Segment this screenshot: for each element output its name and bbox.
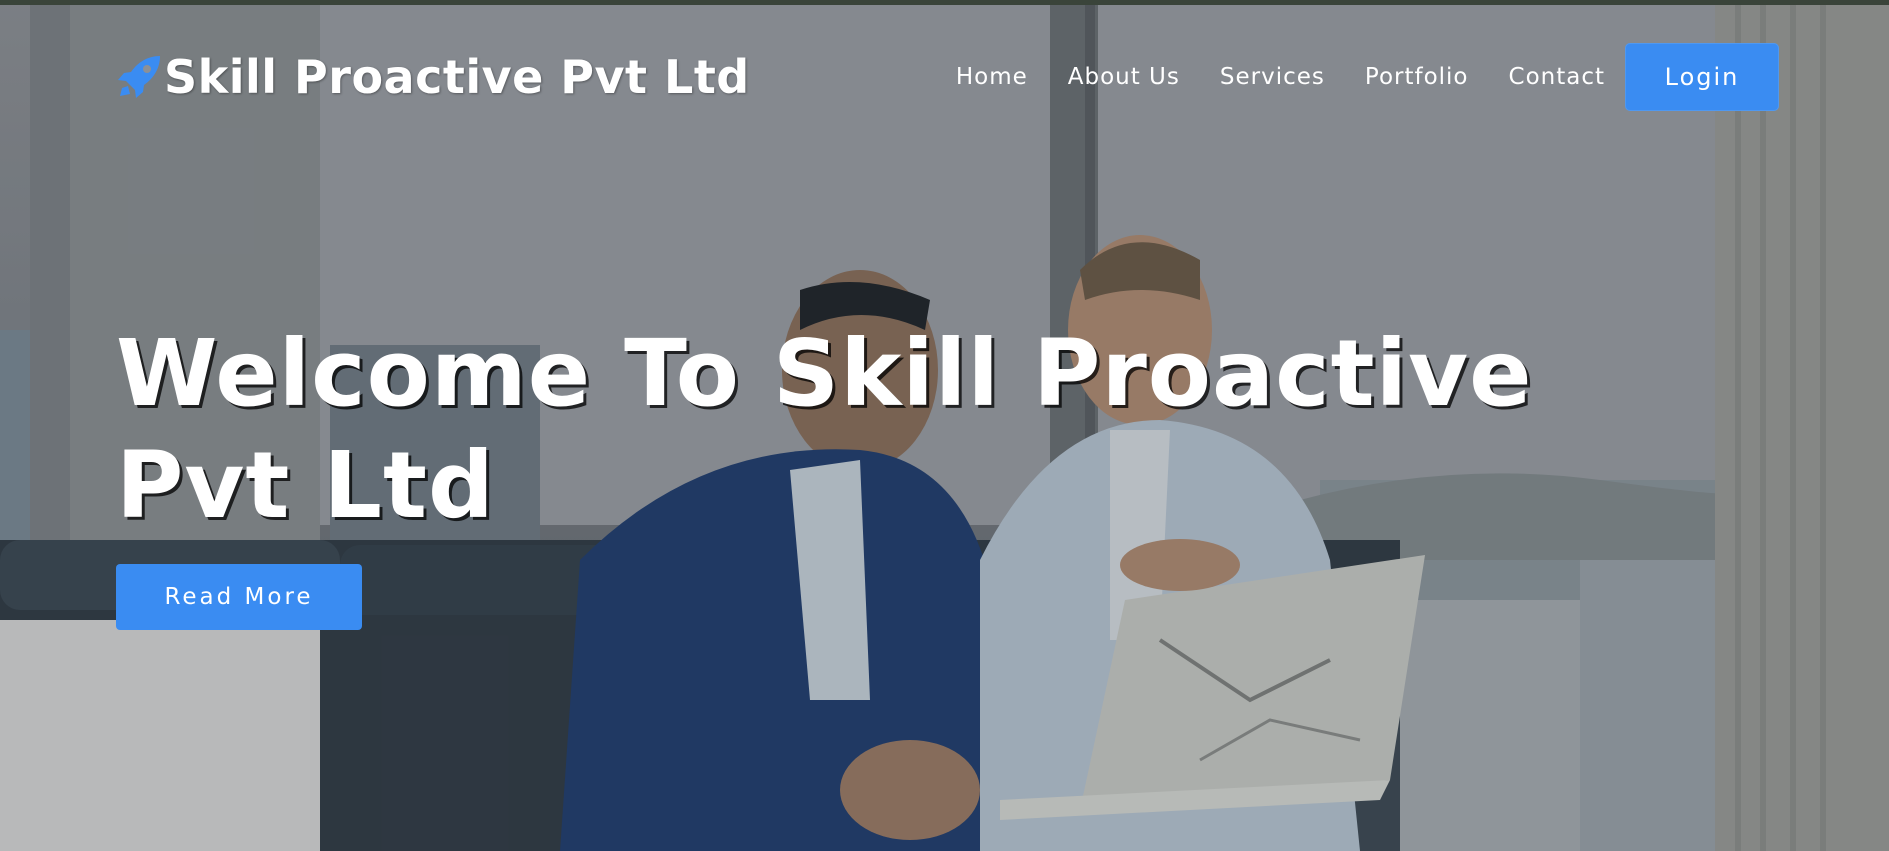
hero-section: Skill Proactive Pvt Ltd Home About Us Se… xyxy=(0,0,1889,851)
brand-logo[interactable]: Skill Proactive Pvt Ltd xyxy=(116,50,750,104)
nav-link-contact[interactable]: Contact xyxy=(1509,64,1605,90)
brand-name: Skill Proactive Pvt Ltd xyxy=(164,50,750,104)
nav-menu: Home About Us Services Portfolio Contact… xyxy=(956,43,1779,111)
hero-title: Welcome To Skill Proactive Pvt Ltd xyxy=(116,320,1533,539)
nav-link-home[interactable]: Home xyxy=(956,64,1028,90)
read-more-button[interactable]: Read More xyxy=(116,564,362,630)
rocket-icon xyxy=(116,54,162,100)
nav-link-about-us[interactable]: About Us xyxy=(1068,64,1180,90)
navbar: Skill Proactive Pvt Ltd Home About Us Se… xyxy=(0,0,1889,150)
nav-link-services[interactable]: Services xyxy=(1220,64,1325,90)
nav-link-portfolio[interactable]: Portfolio xyxy=(1365,64,1469,90)
login-button[interactable]: Login xyxy=(1625,43,1779,111)
